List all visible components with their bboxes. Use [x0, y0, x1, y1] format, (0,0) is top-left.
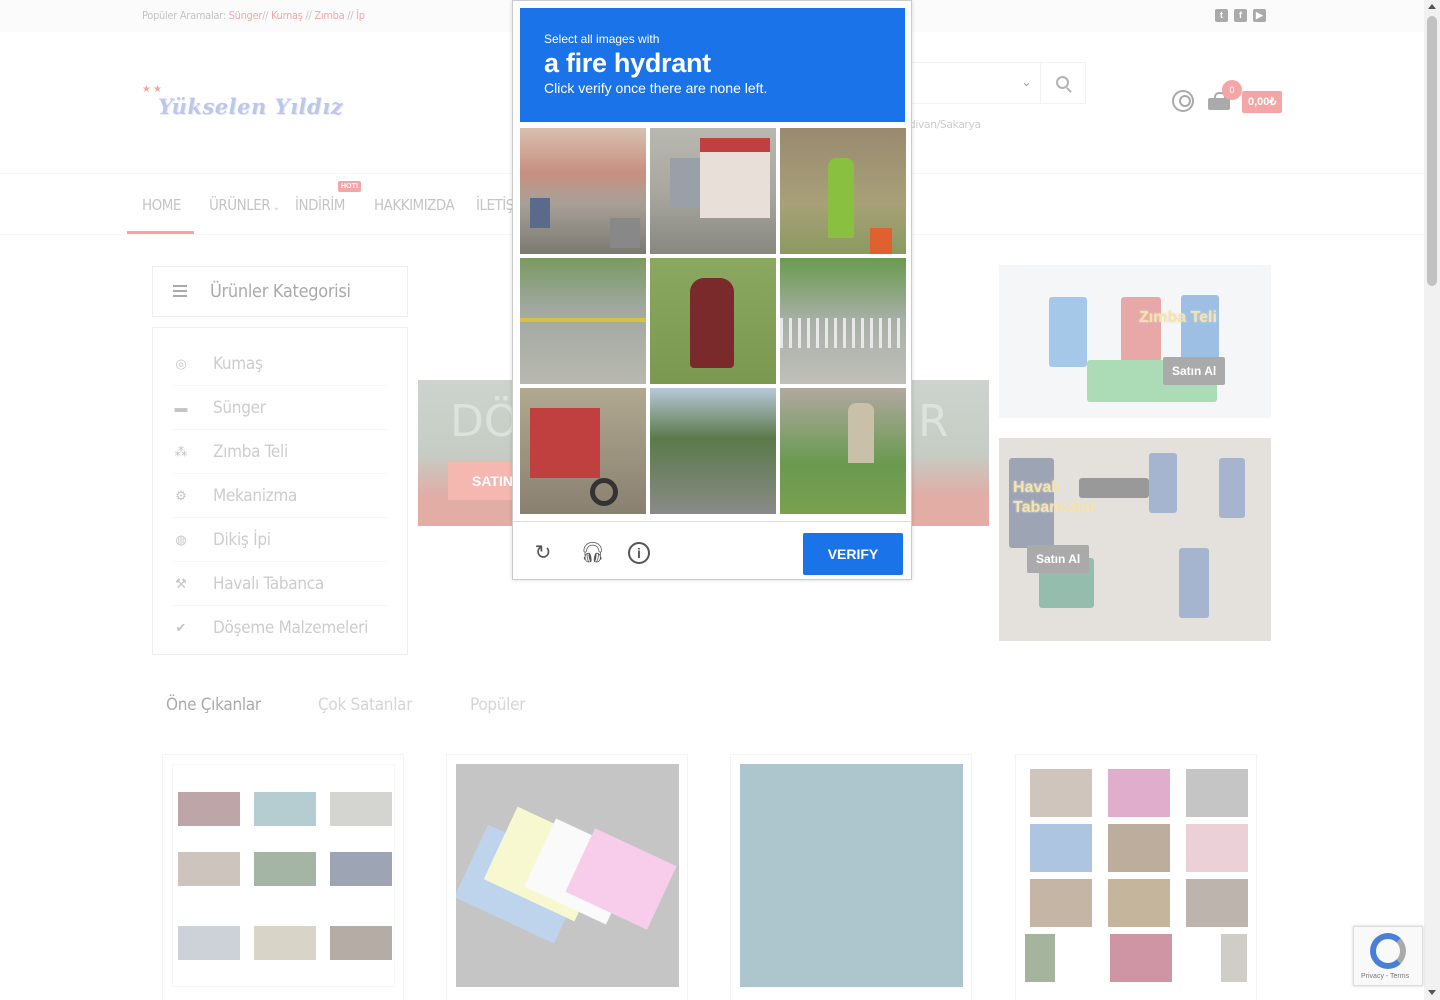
- reload-icon[interactable]: ↻: [532, 542, 554, 564]
- recaptcha-privacy-terms[interactable]: Privacy - Terms: [1361, 973, 1409, 980]
- recaptcha-badge[interactable]: Privacy - Terms: [1353, 926, 1423, 986]
- captcha-tile-2[interactable]: [650, 128, 776, 254]
- tile-image-detail: [670, 158, 700, 208]
- captcha-subtext: Click verify once there are none left.: [544, 80, 768, 96]
- captcha-footer: ↻ 🎧︎ i VERIFY: [513, 521, 911, 579]
- info-icon[interactable]: i: [628, 542, 650, 564]
- tile-image-detail: [700, 138, 770, 218]
- captcha-tile-1[interactable]: [520, 128, 646, 254]
- captcha-tile-3[interactable]: [780, 128, 906, 254]
- captcha-tile-7[interactable]: [520, 388, 646, 514]
- tile-image-detail: [530, 198, 550, 228]
- captcha-tile-8[interactable]: [650, 388, 776, 514]
- recaptcha-logo-icon: [1370, 933, 1406, 969]
- fire-hydrant-image: [828, 158, 854, 238]
- captcha-tile-9[interactable]: [780, 388, 906, 514]
- fire-hydrant-image: [690, 278, 734, 368]
- headphones-icon[interactable]: 🎧︎: [580, 542, 605, 564]
- scrollbar-thumb[interactable]: [1427, 16, 1437, 286]
- captcha-header: Select all images with a fire hydrant Cl…: [520, 8, 905, 122]
- captcha-instruction: Select all images with: [544, 32, 660, 46]
- page-scrollbar[interactable]: [1424, 0, 1440, 1000]
- verify-button[interactable]: VERIFY: [803, 533, 903, 575]
- tile-image-detail: [520, 318, 646, 322]
- tile-image-detail: [870, 228, 892, 254]
- captcha-tile-6[interactable]: [780, 258, 906, 384]
- tile-image-detail: [780, 318, 906, 348]
- tile-image-detail: [530, 408, 600, 478]
- tile-image-detail: [610, 218, 640, 248]
- captcha-challenge: Select all images with a fire hydrant Cl…: [512, 0, 912, 580]
- scroll-down-arrow-icon[interactable]: [1428, 990, 1436, 995]
- tile-image-detail: [590, 478, 618, 506]
- captcha-tile-4[interactable]: [520, 258, 646, 384]
- fire-hydrant-image: [848, 403, 874, 463]
- scroll-up-arrow-icon[interactable]: [1428, 4, 1436, 9]
- captcha-target: a fire hydrant: [544, 48, 711, 78]
- captcha-tile-5[interactable]: [650, 258, 776, 384]
